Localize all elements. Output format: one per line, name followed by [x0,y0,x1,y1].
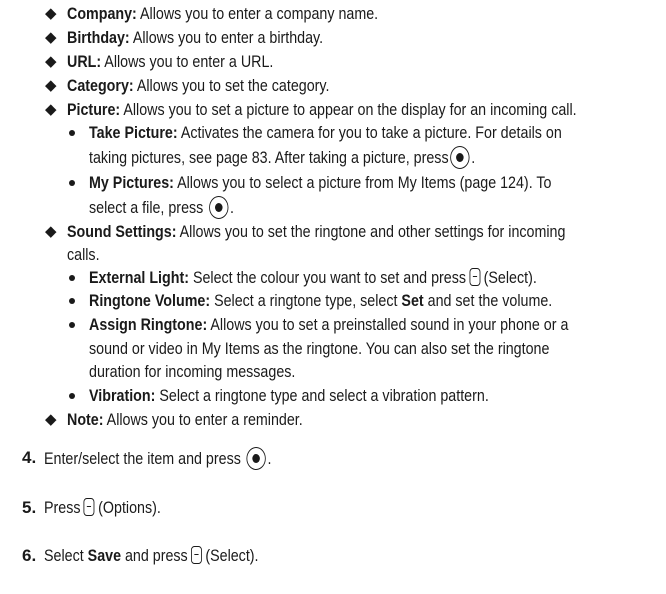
subitem-assign-ringtone-cont2: duration for incoming messages. [89,361,295,382]
subitem-my-pictures-cont: select a file, press . [89,196,234,219]
diamond-bullet-icon: ◆ [45,29,57,46]
item-label: Assign Ringtone: [89,315,208,334]
item-text: Allows you to enter a URL. [101,52,274,71]
step-text: and press [121,546,188,565]
item-text-end: and set the volume. [423,291,553,310]
item-text: Allows you to set a preinstalled sound i… [207,315,569,334]
soft-key-icon [469,268,481,286]
subitem-take-picture-cont: taking pictures, see page 83. After taki… [89,146,475,169]
round-bullet-icon [69,275,75,281]
item-birthday: Birthday: Allows you to enter a birthday… [67,27,323,48]
round-bullet-icon [69,322,75,328]
step-number: 6. [22,546,37,565]
item-bold-word: Set [401,291,424,310]
item-text: Allows you to set the category. [133,76,330,95]
round-bullet-icon [69,298,75,304]
step-text: Enter/select the item and press [44,449,241,468]
item-text: Allows you to set a picture to appear on… [120,100,577,119]
step-text-end: (Options). [98,498,161,517]
soft-key-icon [191,546,202,564]
item-label: Take Picture: [89,123,178,142]
item-text: taking pictures, see page 83. After taki… [89,148,449,167]
subitem-my-pictures: My Pictures: Allows you to select a pict… [89,172,551,193]
item-text: duration for incoming messages. [89,362,296,381]
item-text: Select a ringtone type, select [210,291,402,310]
ok-key-icon [450,146,470,169]
diamond-bullet-icon: ◆ [45,77,57,94]
ok-key-icon [208,196,229,219]
item-category: Category: Allows you to set the category… [67,75,329,96]
item-label: Category: [67,76,134,95]
item-text: select a file, press [89,198,204,217]
item-text: Activates the camera for you to take a p… [177,123,562,142]
item-url: URL: Allows you to enter a URL. [67,51,273,72]
item-note: Note: Allows you to enter a reminder. [67,409,303,430]
item-sound-settings-cont: calls. [67,244,100,265]
item-label: URL: [67,52,102,71]
item-text-end: . [229,198,234,217]
subitem-external-light: External Light: Select the colour you wa… [89,267,537,288]
subitem-vibration: Vibration: Select a ringtone type and se… [89,385,489,406]
item-picture: Picture: Allows you to set a picture to … [67,99,577,120]
diamond-bullet-icon: ◆ [45,5,57,22]
item-sound-settings: Sound Settings: Allows you to set the ri… [67,221,565,242]
step-text-end: (Select). [205,546,259,565]
step-number: 5. [22,498,37,517]
round-bullet-icon [69,130,75,136]
step-text-end: . [267,449,272,468]
item-label: My Pictures: [89,173,174,192]
item-text: Select the colour you want to set and pr… [188,268,467,287]
step-bold-word: Save [87,546,122,565]
item-text: Select a ringtone type and select a vibr… [155,386,489,405]
item-label: External Light: [89,268,189,287]
item-text-end: (Select). [483,268,537,287]
step-4: Enter/select the item and press . [44,447,271,470]
diamond-bullet-icon: ◆ [45,101,57,118]
item-label: Vibration: [89,386,156,405]
step-5: Press (Options). [44,497,161,518]
step-text: Press [44,498,81,517]
diamond-bullet-icon: ◆ [45,411,57,428]
item-text: Allows you to enter a reminder. [103,410,303,429]
item-text-end: . [471,148,476,167]
item-text: Allows you to enter a company name. [136,4,379,23]
item-text: sound or video in My Items as the ringto… [89,339,550,358]
subitem-assign-ringtone-cont1: sound or video in My Items as the ringto… [89,338,549,359]
item-text: calls. [67,245,100,264]
round-bullet-icon [69,180,75,186]
subitem-take-picture: Take Picture: Activates the camera for y… [89,122,562,143]
diamond-bullet-icon: ◆ [45,53,57,70]
item-text: Allows you to select a picture from My I… [173,173,552,192]
manual-page: ◆ Company: Allows you to enter a company… [0,0,666,594]
round-bullet-icon [69,393,75,399]
item-label: Birthday: [67,28,130,47]
item-label: Ringtone Volume: [89,291,211,310]
subitem-ringtone-volume: Ringtone Volume: Select a ringtone type,… [89,290,552,311]
soft-key-icon [83,498,95,516]
ok-key-icon [246,447,266,470]
item-label: Picture: [67,100,121,119]
subitem-assign-ringtone: Assign Ringtone: Allows you to set a pre… [89,314,568,335]
step-text: Select [44,546,88,565]
diamond-bullet-icon: ◆ [45,223,57,240]
item-label: Note: [67,410,104,429]
item-company: Company: Allows you to enter a company n… [67,3,378,24]
item-text: Allows you to set the ringtone and other… [176,222,566,241]
item-label: Sound Settings: [67,222,177,241]
step-number: 4. [22,448,37,467]
step-6: Select Save and press (Select). [44,545,259,566]
item-label: Company: [67,4,137,23]
item-text: Allows you to enter a birthday. [129,28,324,47]
